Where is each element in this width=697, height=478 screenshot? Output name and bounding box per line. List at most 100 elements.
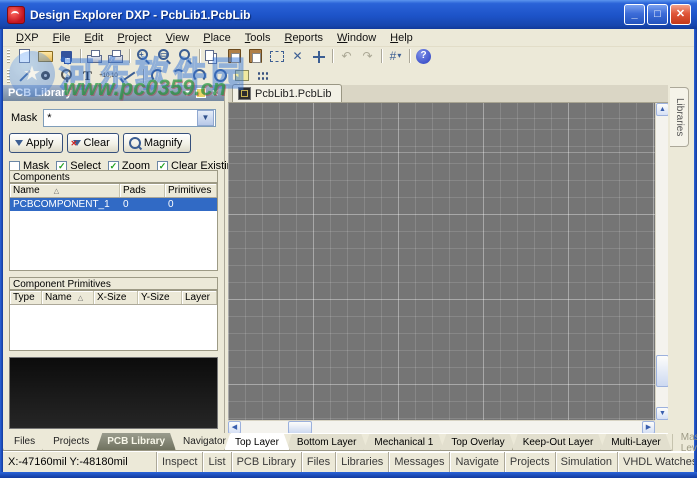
place-pad-icon[interactable] <box>35 67 56 84</box>
close-button[interactable]: ✕ <box>670 4 691 25</box>
cursor-coordinates: X:-47160mil Y:-48180mil <box>3 452 157 472</box>
redo-icon[interactable]: ↷ <box>357 48 378 65</box>
paste-special-icon[interactable] <box>245 48 266 65</box>
statusbar-pcb-library[interactable]: PCB Library <box>232 452 302 472</box>
menu-tools[interactable]: Tools <box>238 31 278 45</box>
minimize-button[interactable]: _ <box>624 4 645 25</box>
layer-tab-top-overlay[interactable]: Top Overlay <box>440 434 515 451</box>
layer-tab-multilayer[interactable]: Multi-Layer <box>600 434 671 451</box>
column-header-name[interactable]: Name△ <box>42 291 94 304</box>
app-window: Design Explorer DXP - PcbLib1.PcbLib _ □… <box>0 0 697 478</box>
clear-selection-icon[interactable]: ✕ <box>287 48 308 65</box>
column-header-layer[interactable]: Layer <box>182 291 217 304</box>
column-header-primitives[interactable]: Primitives <box>165 184 217 197</box>
layer-tab-strip: Top Layer Bottom Layer Mechanical 1 Top … <box>228 433 668 451</box>
libraries-vertical-tab[interactable]: Libraries <box>670 87 689 147</box>
tab-projects[interactable]: Projects <box>42 433 100 451</box>
print-preview-icon[interactable] <box>105 48 126 65</box>
column-header-type[interactable]: Type <box>10 291 42 304</box>
zoom-document-icon[interactable] <box>175 48 196 65</box>
menu-edit[interactable]: Edit <box>77 31 110 45</box>
statusbar-libraries[interactable]: Libraries <box>336 452 389 472</box>
toolbar-grip[interactable] <box>7 69 10 83</box>
chevron-down-icon[interactable]: ▼ <box>183 89 192 98</box>
menu-dxp[interactable]: DXP <box>9 31 46 45</box>
new-document-icon[interactable] <box>14 48 35 65</box>
mask-level-button[interactable]: Mask Level <box>672 434 697 451</box>
horizontal-scrollbar[interactable]: ◀ ▶ <box>228 420 655 433</box>
menu-reports[interactable]: Reports <box>277 31 330 45</box>
full-circle-icon[interactable] <box>210 67 231 84</box>
statusbar-list[interactable]: List <box>203 452 231 472</box>
menu-view[interactable]: View <box>159 31 197 45</box>
table-row[interactable]: PCBCOMPONENT_1 0 0 <box>10 198 217 211</box>
place-via-icon[interactable] <box>56 67 77 84</box>
menu-place[interactable]: Place <box>196 31 238 45</box>
arc-by-edge-icon[interactable] <box>147 67 168 84</box>
statusbar-inspect[interactable]: Inspect <box>157 452 203 472</box>
undo-icon[interactable]: ↶ <box>336 48 357 65</box>
help-icon[interactable]: ? <box>416 49 431 64</box>
toolbar-grip[interactable] <box>7 49 10 63</box>
client-area: DXP File Edit Project View Place Tools R… <box>3 29 694 472</box>
layer-tab-bottom[interactable]: Bottom Layer <box>286 434 367 451</box>
paste-icon[interactable] <box>224 48 245 65</box>
copy-icon[interactable] <box>203 48 224 65</box>
arc-any-angle-icon[interactable] <box>189 67 210 84</box>
select-area-icon[interactable] <box>266 48 287 65</box>
menu-window[interactable]: Window <box>330 31 383 45</box>
menu-file[interactable]: File <box>46 31 78 45</box>
vertical-scrollbar[interactable]: ▲ ▼ <box>655 103 668 420</box>
menu-project[interactable]: Project <box>110 31 158 45</box>
statusbar-vhdl-watches[interactable]: VHDL Watches <box>618 452 694 472</box>
pcb-canvas[interactable] <box>228 103 655 420</box>
mask-value: * <box>44 112 196 124</box>
panel-header: PCB Library ▼ ✕ <box>3 85 224 101</box>
column-header-name[interactable]: Name△ <box>10 184 120 197</box>
zoom-in-icon[interactable]: + <box>133 48 154 65</box>
pin-icon[interactable] <box>196 88 206 98</box>
tab-pcb-library[interactable]: PCB Library <box>96 433 176 451</box>
column-header-ysize[interactable]: Y-Size <box>138 291 182 304</box>
statusbar-messages[interactable]: Messages <box>389 452 450 472</box>
chevron-down-icon[interactable]: ▼ <box>197 110 214 126</box>
apply-button[interactable]: Apply <box>9 133 63 153</box>
clear-button[interactable]: Clear <box>67 133 119 153</box>
menu-help[interactable]: Help <box>383 31 420 45</box>
layer-tab-mechanical1[interactable]: Mechanical 1 <box>363 434 444 451</box>
placement-toolbar: T +10,10 <box>3 66 694 86</box>
layer-tab-keepout[interactable]: Keep-Out Layer <box>512 434 605 451</box>
toolbar-separator <box>143 69 144 83</box>
save-icon[interactable] <box>56 48 77 65</box>
grid-settings-icon[interactable]: #▾ <box>385 48 406 65</box>
statusbar-files[interactable]: Files <box>302 452 336 472</box>
toolbar-separator <box>381 49 382 63</box>
statusbar-simulation[interactable]: Simulation <box>556 452 618 472</box>
place-fill-icon[interactable] <box>231 67 252 84</box>
move-selection-icon[interactable] <box>308 48 329 65</box>
place-string-icon[interactable]: T <box>77 67 98 84</box>
magnify-button[interactable]: Magnify <box>123 133 192 153</box>
magnifier-icon <box>129 137 141 149</box>
close-icon[interactable]: ✕ <box>211 89 219 98</box>
window-title: Design Explorer DXP - PcbLib1.PcbLib <box>30 8 251 22</box>
maximize-button[interactable]: □ <box>647 4 668 25</box>
paste-array-icon[interactable] <box>252 67 273 84</box>
statusbar-projects[interactable]: Projects <box>505 452 556 472</box>
zoom-area-icon[interactable]: ▭ <box>154 48 175 65</box>
statusbar-navigate[interactable]: Navigate <box>450 452 504 472</box>
primitives-group-header: Component Primitives <box>9 277 218 290</box>
place-dimension-icon[interactable] <box>119 67 140 84</box>
mask-combobox[interactable]: * ▼ <box>43 109 216 127</box>
document-tab[interactable]: PcbLib1.PcbLib <box>232 84 342 102</box>
tab-files[interactable]: Files <box>3 433 46 451</box>
layer-tab-top[interactable]: Top Layer <box>224 434 290 451</box>
clear-button-label: Clear <box>84 137 110 149</box>
column-header-pads[interactable]: Pads <box>120 184 165 197</box>
place-line-icon[interactable] <box>14 67 35 84</box>
arc-by-center-icon[interactable] <box>168 67 189 84</box>
open-document-icon[interactable] <box>35 48 56 65</box>
place-coordinate-icon[interactable]: +10,10 <box>98 67 119 84</box>
print-icon[interactable] <box>84 48 105 65</box>
column-header-xsize[interactable]: X-Size <box>94 291 138 304</box>
